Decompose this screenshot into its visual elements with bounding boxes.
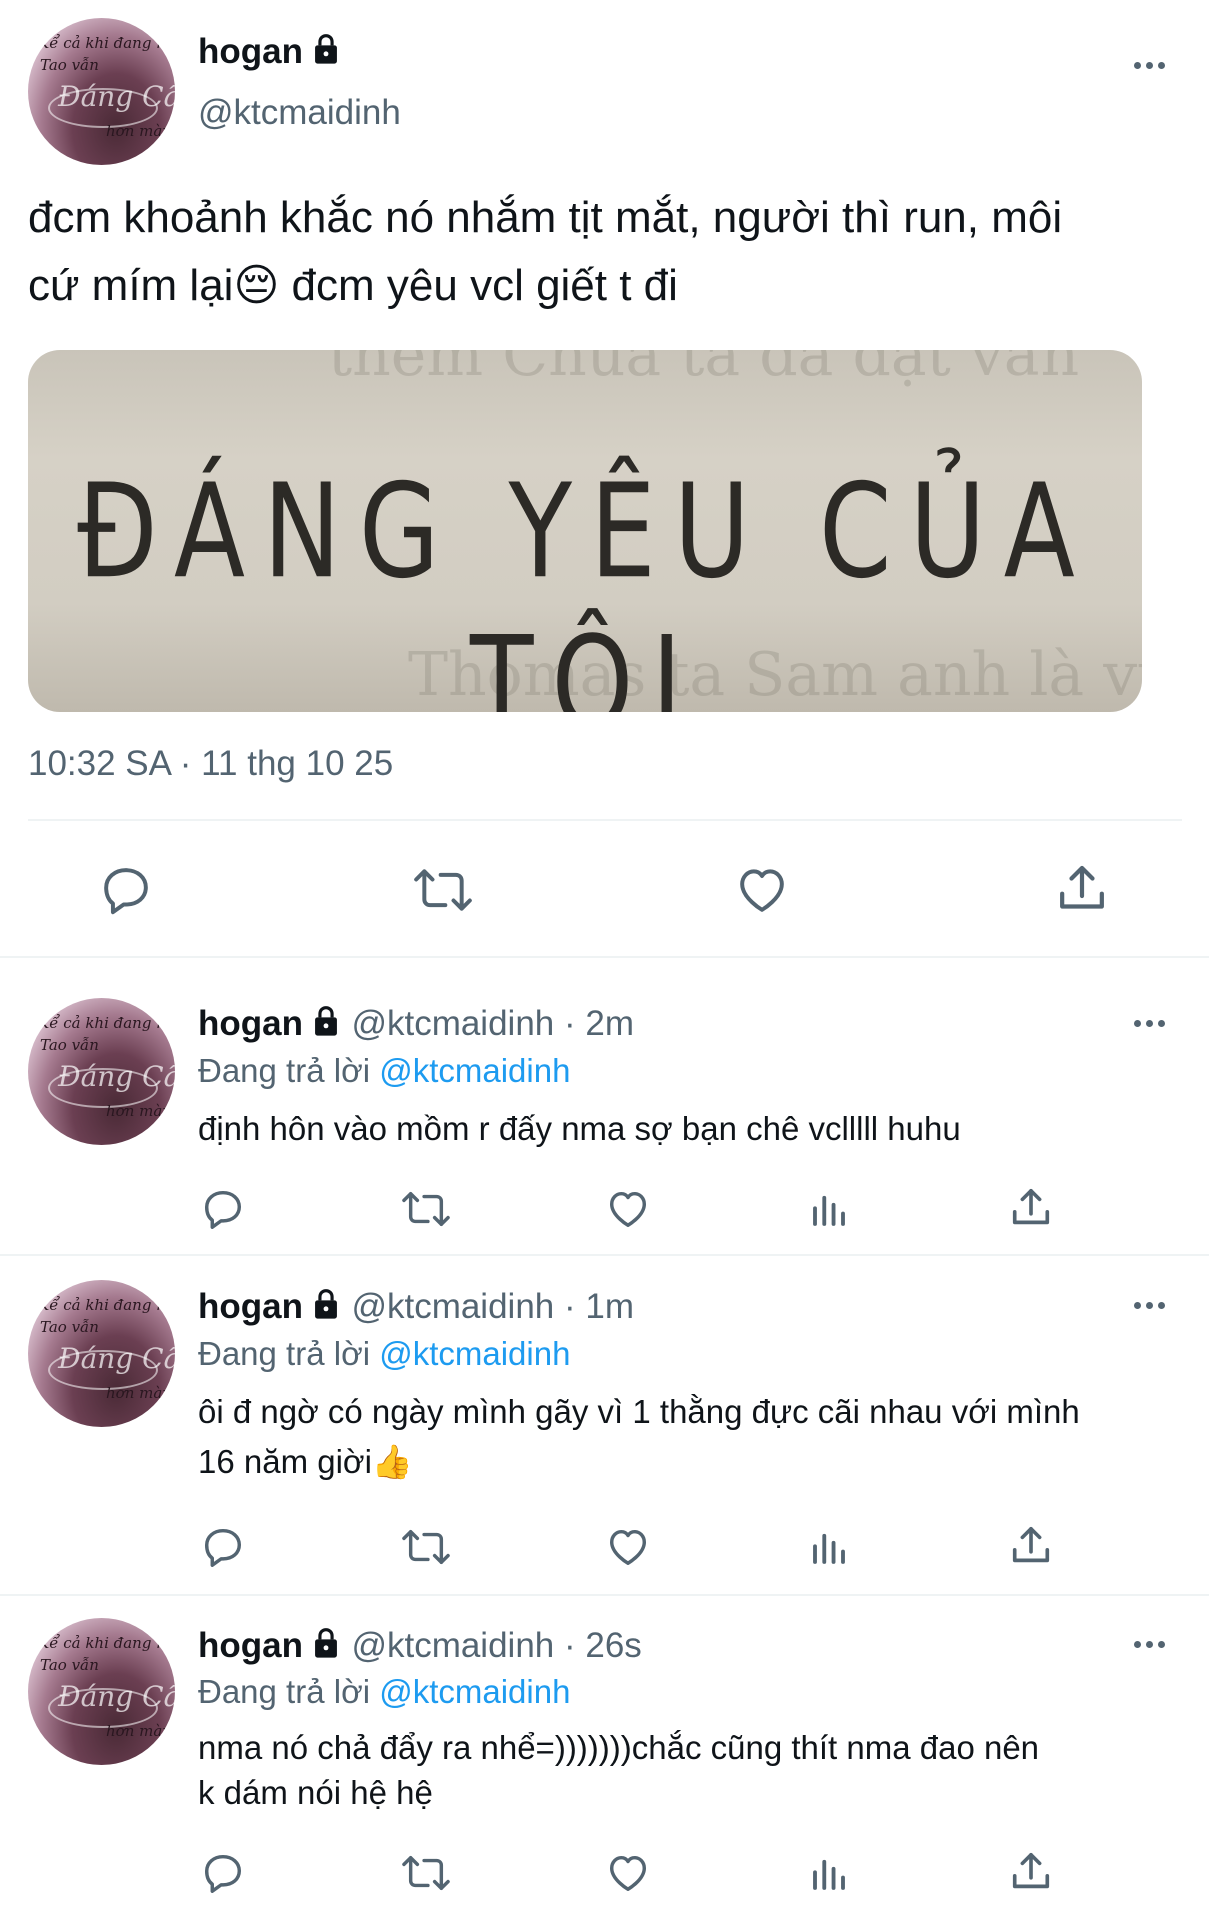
share-icon[interactable] <box>1008 1848 1054 1896</box>
divider <box>0 1254 1209 1256</box>
avatar-text-3: Đáng Cấp <box>58 80 175 113</box>
divider <box>0 956 1209 958</box>
avatar-text-2: Tao vẫn <box>40 1036 99 1054</box>
avatar-text-3: Đáng Cấp <box>58 1060 175 1093</box>
reply-text-line: k dám nói hệ hệ <box>198 1774 433 1811</box>
divider <box>0 1594 1209 1596</box>
tweet-text-line: cứ mím lại😔 đcm yêu vcl giết t đi <box>28 261 678 310</box>
replying-to-link[interactable]: @ktcmaidinh <box>379 1335 570 1372</box>
retweet-icon[interactable] <box>400 1186 452 1232</box>
avatar[interactable]: Kể cả khi đang ngủ Tao vẫn Đáng Cấp hơn … <box>28 1618 175 1765</box>
replying-to: Đang trả lời @ktcmaidinh <box>198 1335 570 1373</box>
replying-to: Đang trả lời @ktcmaidinh <box>198 1052 570 1090</box>
like-icon[interactable] <box>733 862 791 918</box>
like-icon[interactable] <box>604 1186 652 1232</box>
timestamp[interactable]: 10:32 SA · 11 thg 10 25 <box>28 744 393 784</box>
retweet-icon[interactable] <box>400 1850 452 1896</box>
analytics-icon[interactable] <box>808 1852 850 1896</box>
reply-text: ôi đ ngờ có ngày mình gãy vì 1 thằng đực… <box>198 1387 1080 1487</box>
analytics-icon[interactable] <box>808 1526 850 1570</box>
handle-time[interactable]: @ktcmaidinh · 26s <box>351 1626 641 1665</box>
avatar-text-4: hơn mày <box>106 122 171 140</box>
display-name[interactable]: hogan <box>198 1626 303 1665</box>
lock-icon <box>315 1006 337 1036</box>
analytics-icon[interactable] <box>808 1188 850 1232</box>
share-icon[interactable] <box>1054 860 1110 918</box>
display-name-text: hogan <box>198 32 303 71</box>
avatar-text-2: Tao vẫn <box>40 56 99 74</box>
display-name[interactable]: hogan <box>198 1004 303 1043</box>
handle[interactable]: @ktcmaidinh <box>198 93 401 133</box>
reply-text: định hôn vào mồm r đấy nma sợ bạn chê vc… <box>198 1104 961 1154</box>
tweet-text: đcm khoảnh khắc nó nhắm tịt mắt, người t… <box>28 184 1062 320</box>
reply-icon[interactable] <box>200 1524 246 1570</box>
replying-to-link[interactable]: @ktcmaidinh <box>379 1673 570 1710</box>
replying-to-label: Đang trả lời <box>198 1673 371 1710</box>
more-options-icon[interactable] <box>1134 1020 1165 1027</box>
lock-icon <box>315 1289 337 1319</box>
replying-to-label: Đang trả lời <box>198 1052 371 1089</box>
reply-header: hogan @ktcmaidinh · 26s <box>198 1626 642 1666</box>
reply-text-line: nma nó chả đẩy ra nhể=)))))))chắc cũng t… <box>198 1729 1040 1766</box>
lock-icon <box>315 1628 337 1658</box>
reply-icon[interactable] <box>98 862 154 918</box>
avatar-text-1: Kể cả khi đang ngủ <box>38 1634 175 1652</box>
display-name[interactable]: hogan <box>198 1287 303 1326</box>
reply-icon[interactable] <box>200 1850 246 1896</box>
avatar-text-1: Kể cả khi đang ngủ <box>38 1296 175 1314</box>
avatar-text-2: Tao vẫn <box>40 1318 99 1336</box>
more-options-icon[interactable] <box>1134 1641 1165 1648</box>
replying-to: Đang trả lời @ktcmaidinh <box>198 1673 570 1711</box>
reply-text-line: 16 năm giời👍 <box>198 1443 413 1480</box>
retweet-icon[interactable] <box>400 1524 452 1570</box>
like-icon[interactable] <box>604 1850 652 1896</box>
handle-time[interactable]: @ktcmaidinh · 1m <box>351 1287 634 1326</box>
avatar-text-4: hơn mày <box>106 1102 171 1120</box>
divider <box>28 819 1182 821</box>
avatar-text-3: Đáng Cấp <box>58 1342 175 1375</box>
display-name[interactable]: hogan <box>198 32 341 72</box>
like-icon[interactable] <box>604 1524 652 1570</box>
replying-to-link[interactable]: @ktcmaidinh <box>379 1052 570 1089</box>
tweet-image-text: ĐÁNG YÊU CỦA TÔI <box>77 455 1093 712</box>
more-options-icon[interactable] <box>1134 62 1165 69</box>
share-icon[interactable] <box>1008 1184 1054 1232</box>
tweet-text-line: đcm khoảnh khắc nó nhắm tịt mắt, người t… <box>28 193 1063 242</box>
reply-header: hogan @ktcmaidinh · 2m <box>198 1004 634 1044</box>
retweet-icon[interactable] <box>412 862 474 918</box>
reply-icon[interactable] <box>200 1186 246 1232</box>
reply-text-line: ôi đ ngờ có ngày mình gãy vì 1 thằng đực… <box>198 1393 1080 1430</box>
handle-time[interactable]: @ktcmaidinh · 2m <box>351 1004 634 1043</box>
tweet-image[interactable]: thêm Chúa ta đã đặt vấn Thomas ta Sam an… <box>28 350 1142 712</box>
avatar[interactable]: Kể cả khi đang ngủ Tao vẫn Đáng Cấp hơn … <box>28 18 175 165</box>
avatar[interactable]: Kể cả khi đang ngủ Tao vẫn Đáng Cấp hơn … <box>28 1280 175 1427</box>
reply-text-line: định hôn vào mồm r đấy nma sợ bạn chê vc… <box>198 1110 961 1147</box>
avatar-text-4: hơn mày <box>106 1722 171 1740</box>
replying-to-label: Đang trả lời <box>198 1335 371 1372</box>
more-options-icon[interactable] <box>1134 1302 1165 1309</box>
share-icon[interactable] <box>1008 1522 1054 1570</box>
avatar-text-1: Kể cả khi đang ngủ <box>38 34 175 52</box>
reply-text: nma nó chả đẩy ra nhể=)))))))chắc cũng t… <box>198 1725 1039 1815</box>
avatar-text-3: Đáng Cấp <box>58 1680 175 1713</box>
avatar-text-1: Kể cả khi đang ngủ <box>38 1014 175 1032</box>
reply-header: hogan @ktcmaidinh · 1m <box>198 1287 634 1327</box>
avatar-text-2: Tao vẫn <box>40 1656 99 1674</box>
avatar-text-4: hơn mày <box>106 1384 171 1402</box>
lock-icon <box>315 34 337 64</box>
avatar[interactable]: Kể cả khi đang ngủ Tao vẫn Đáng Cấp hơn … <box>28 998 175 1145</box>
